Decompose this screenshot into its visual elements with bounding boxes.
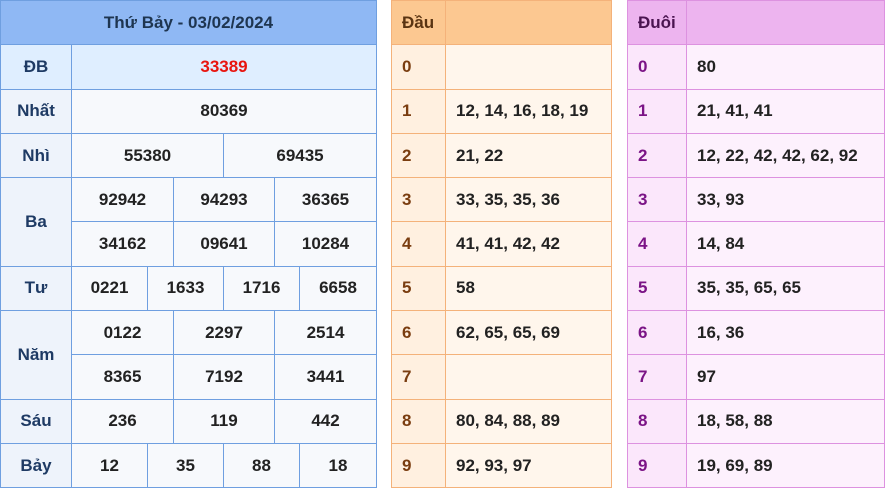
dau-header-blank: [445, 0, 612, 46]
third-prize-value: 10284: [274, 221, 377, 267]
dau-digit: 7: [391, 354, 446, 400]
third-prize-value: 34162: [71, 221, 174, 267]
dau-values: [445, 44, 612, 90]
duoi-values: 16, 36: [686, 310, 885, 356]
results-date-header: Thứ Bảy - 03/02/2024: [0, 0, 377, 46]
duoi-values: 35, 35, 65, 65: [686, 265, 885, 312]
fifth-prize-value: 8365: [71, 354, 174, 400]
duoi-digit: 5: [627, 265, 687, 312]
seventh-prize-value: 88: [223, 442, 300, 489]
dau-digit: 1: [391, 88, 446, 134]
second-prize-value: 55380: [71, 132, 224, 179]
seventh-prize-value: 18: [299, 442, 377, 489]
dau-digit: 5: [391, 265, 446, 312]
duoi-values: 21, 41, 41: [686, 88, 885, 134]
dau-values: 58: [445, 265, 612, 312]
duoi-digit: 1: [627, 88, 687, 134]
fifth-prize-value: 3441: [274, 354, 377, 400]
fifth-prize-value: 2514: [274, 310, 377, 356]
fifth-prize-value: 7192: [173, 354, 275, 400]
dau-digit: 8: [391, 398, 446, 444]
dau-values: 21, 22: [445, 132, 612, 179]
dau-values: 12, 14, 16, 18, 19: [445, 88, 612, 134]
special-prize-value: 33389: [71, 44, 377, 90]
duoi-values: 12, 22, 42, 42, 62, 92: [686, 132, 885, 179]
duoi-header-blank: [686, 0, 885, 46]
prize-label-bay: Bảy: [0, 442, 72, 489]
fifth-prize-value: 2297: [173, 310, 275, 356]
dau-digit: 2: [391, 132, 446, 179]
dau-table: Đầu 0 1 12, 14, 16, 18, 19 2 21, 22 3 33, 3…: [391, 0, 612, 489]
duoi-digit: 6: [627, 310, 687, 356]
duoi-digit: 8: [627, 398, 687, 444]
prize-label-nam: Năm: [0, 310, 72, 400]
duoi-header: Đuôi: [627, 0, 687, 46]
duoi-table: Đuôi 0 80 1 21, 41, 41 2 12, 22, 42, 42, 62…: [627, 0, 885, 489]
dau-digit: 6: [391, 310, 446, 356]
third-prize-value: 36365: [274, 177, 377, 223]
dau-values: [445, 354, 612, 400]
prize-label-nhat: Nhất: [0, 88, 72, 134]
duoi-values: 80: [686, 44, 885, 90]
dau-digit: 3: [391, 177, 446, 223]
prize-label-nhi: Nhì: [0, 132, 72, 179]
results-table: Thứ Bảy - 03/02/2024 ĐB 33389 Nhất 80369…: [0, 0, 377, 489]
sixth-prize-value: 236: [71, 398, 174, 444]
third-prize-value: 92942: [71, 177, 174, 223]
prize-label-tu: Tư: [0, 265, 72, 312]
fifth-prize-value: 0122: [71, 310, 174, 356]
dau-digit: 9: [391, 442, 446, 489]
third-prize-value: 09641: [173, 221, 275, 267]
fourth-prize-value: 1633: [147, 265, 224, 312]
duoi-digit: 7: [627, 354, 687, 400]
first-prize-value: 80369: [71, 88, 377, 134]
sixth-prize-value: 119: [173, 398, 275, 444]
dau-values: 92, 93, 97: [445, 442, 612, 489]
duoi-digit: 0: [627, 44, 687, 90]
duoi-values: 18, 58, 88: [686, 398, 885, 444]
third-prize-value: 94293: [173, 177, 275, 223]
duoi-digit: 2: [627, 132, 687, 179]
duoi-values: 19, 69, 89: [686, 442, 885, 489]
seventh-prize-value: 35: [147, 442, 224, 489]
prize-label-db: ĐB: [0, 44, 72, 90]
sixth-prize-value: 442: [274, 398, 377, 444]
dau-values: 80, 84, 88, 89: [445, 398, 612, 444]
fourth-prize-value: 6658: [299, 265, 377, 312]
duoi-digit: 4: [627, 221, 687, 267]
duoi-digit: 9: [627, 442, 687, 489]
duoi-digit: 3: [627, 177, 687, 223]
dau-values: 33, 35, 35, 36: [445, 177, 612, 223]
fourth-prize-value: 1716: [223, 265, 300, 312]
fourth-prize-value: 0221: [71, 265, 148, 312]
dau-digit: 4: [391, 221, 446, 267]
dau-digit: 0: [391, 44, 446, 90]
dau-values: 62, 65, 65, 69: [445, 310, 612, 356]
dau-values: 41, 41, 42, 42: [445, 221, 612, 267]
prize-label-sau: Sáu: [0, 398, 72, 444]
dau-header: Đầu: [391, 0, 446, 46]
duoi-values: 14, 84: [686, 221, 885, 267]
duoi-values: 97: [686, 354, 885, 400]
prize-label-ba: Ba: [0, 177, 72, 267]
duoi-values: 33, 93: [686, 177, 885, 223]
seventh-prize-value: 12: [71, 442, 148, 489]
second-prize-value: 69435: [223, 132, 377, 179]
